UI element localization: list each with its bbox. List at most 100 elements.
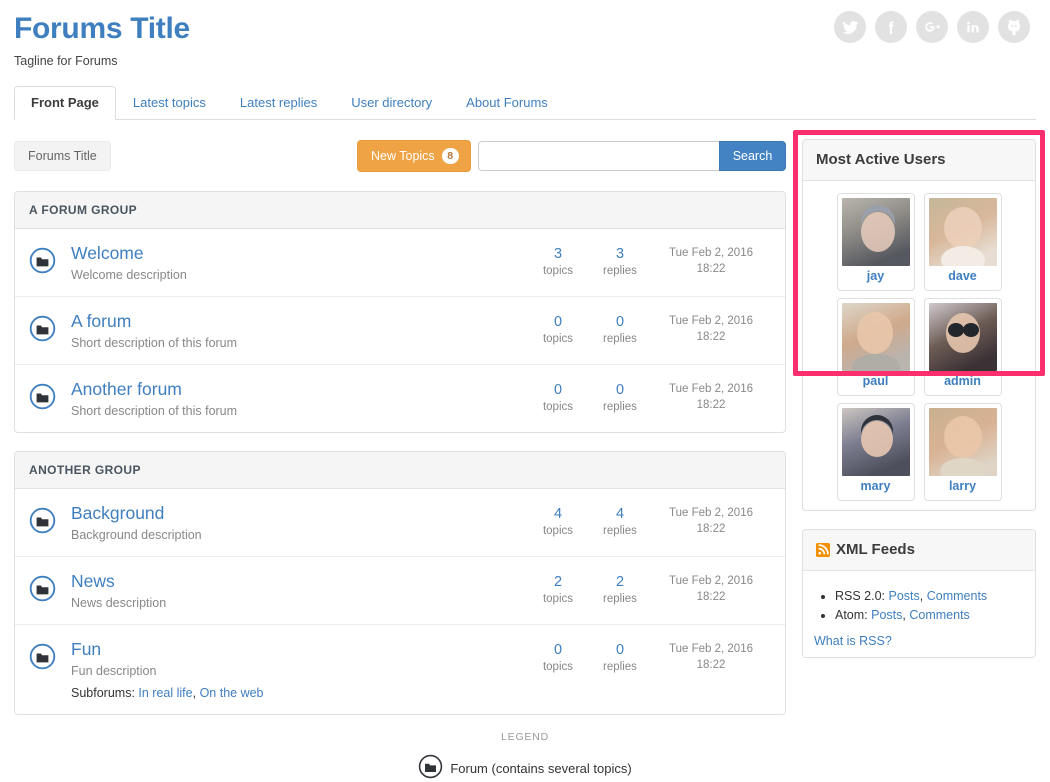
replies-count: 0 (615, 642, 625, 658)
last-post-day: Tue Feb 2, 2016 (669, 383, 753, 395)
user-card[interactable]: paul (836, 298, 915, 396)
last-post-date: Tue Feb 2, 2016 18:22 (651, 641, 771, 675)
tab-about-forums[interactable]: About Forums (449, 86, 565, 120)
user-card[interactable]: larry (923, 403, 1002, 501)
feed-label: RSS 2.0: (835, 589, 886, 603)
search-button[interactable]: Search (718, 141, 787, 171)
page-tagline: Tagline for Forums (14, 54, 118, 68)
topics-stat: 2 topics (527, 573, 589, 607)
forum-page: Forums Title Tagline for Forums Front Pa… (0, 0, 1050, 779)
legend-title: LEGEND (501, 731, 549, 743)
replies-count: 4 (615, 506, 625, 522)
most-active-users-title: Most Active Users (803, 140, 1035, 181)
subforums-label: Subforums: (71, 686, 135, 700)
users-grid: jay dave paul admin mary larry (814, 193, 1024, 501)
user-card[interactable]: mary (836, 403, 915, 501)
forum-row[interactable]: Welcome Welcome description 3 topics 3 r… (15, 229, 785, 297)
new-topics-label: New Topics (371, 149, 435, 163)
xml-feeds-title: XML Feeds (836, 541, 915, 558)
breadcrumb[interactable]: Forums Title (14, 141, 111, 171)
user-name-link[interactable]: mary (842, 476, 910, 496)
user-card[interactable]: jay (836, 193, 915, 291)
forum-title-link[interactable]: Welcome (71, 242, 144, 264)
linkedin-icon[interactable] (957, 11, 989, 43)
feed-comments-link[interactable]: Comments (927, 589, 987, 603)
forum-description: News description (71, 596, 167, 610)
feed-comments-link[interactable]: Comments (909, 608, 969, 622)
last-post-time: 18:22 (696, 591, 726, 603)
forum-row[interactable]: News News description 2 topics 2 replies (15, 557, 785, 625)
what-is-rss-link[interactable]: What is RSS? (814, 634, 1024, 648)
replies-count: 3 (615, 246, 625, 262)
feed-posts-link[interactable]: Posts (889, 589, 920, 603)
twitter-icon[interactable] (834, 11, 866, 43)
forum-toolbar: Forums Title New Topics 8 Search (14, 139, 787, 173)
avatar (928, 198, 997, 266)
user-name-link[interactable]: admin (929, 371, 997, 391)
replies-stat: 0 replies (589, 313, 651, 347)
forum-stats: 3 topics 3 replies Tue Feb 2, 2016 18:22 (527, 245, 771, 279)
forum-row[interactable]: Another forum Short description of this … (15, 365, 785, 432)
user-name-link[interactable]: paul (842, 371, 910, 391)
tab-user-directory[interactable]: User directory (334, 86, 449, 120)
feeds-list: RSS 2.0: Posts, Comments Atom: Posts, Co… (814, 587, 1024, 625)
xml-feeds-widget: XML Feeds RSS 2.0: Posts, Comments Atom:… (802, 529, 1036, 658)
forum-row[interactable]: Background Background description 4 topi… (15, 489, 785, 557)
topics-label: topics (542, 525, 574, 537)
replies-count: 0 (615, 314, 625, 330)
topics-label: topics (542, 593, 574, 605)
topics-label: topics (542, 401, 574, 413)
forum-group-panel: ANOTHER GROUP Background Background desc… (14, 451, 786, 715)
last-post-day: Tue Feb 2, 2016 (669, 507, 753, 519)
forum-icon (418, 754, 443, 782)
user-card[interactable]: admin (923, 298, 1002, 396)
tab-latest-replies[interactable]: Latest replies (223, 86, 334, 120)
rss-icon (816, 543, 830, 557)
last-post-day: Tue Feb 2, 2016 (669, 315, 753, 327)
github-icon[interactable] (998, 11, 1030, 43)
forum-title-link[interactable]: Fun (71, 638, 101, 660)
forum-stats: 4 topics 4 replies Tue Feb 2, 2016 18:22 (527, 505, 771, 539)
google-plus-icon[interactable] (916, 11, 948, 43)
topics-label: topics (542, 265, 574, 277)
replies-stat: 4 replies (589, 505, 651, 539)
forum-icon (29, 570, 71, 602)
subforum-link[interactable]: In real life (138, 686, 192, 700)
forum-title-link[interactable]: A forum (71, 310, 131, 332)
forum-title-link[interactable]: News (71, 570, 115, 592)
last-post-date: Tue Feb 2, 2016 18:22 (651, 313, 771, 347)
topics-count: 0 (553, 314, 563, 330)
last-post-date: Tue Feb 2, 2016 18:22 (651, 573, 771, 607)
main-tabs: Front Page Latest topics Latest replies … (14, 86, 1036, 120)
forum-row[interactable]: A forum Short description of this forum … (15, 297, 785, 365)
most-active-users-widget: Most Active Users jay dave paul admin ma… (802, 139, 1036, 511)
replies-label: replies (603, 265, 637, 277)
user-name-link[interactable]: dave (929, 266, 997, 286)
user-card[interactable]: dave (923, 193, 1002, 291)
tab-latest-topics[interactable]: Latest topics (116, 86, 223, 120)
tab-front-page[interactable]: Front Page (14, 86, 116, 120)
subforum-link[interactable]: On the web (200, 686, 264, 700)
replies-label: replies (603, 661, 637, 673)
forum-title-link[interactable]: Another forum (71, 378, 182, 400)
new-topics-button[interactable]: New Topics 8 (357, 140, 471, 172)
subforum-separator: , (192, 686, 197, 700)
replies-count: 0 (615, 382, 625, 398)
page-header: Forums Title Tagline for Forums (14, 0, 1036, 68)
last-post-time: 18:22 (696, 523, 726, 535)
facebook-icon[interactable] (875, 11, 907, 43)
forum-description: Short description of this forum (71, 336, 238, 350)
list-item: RSS 2.0: Posts, Comments (835, 587, 1024, 606)
topics-stat: 0 topics (527, 381, 589, 415)
topics-count: 3 (553, 246, 563, 262)
user-name-link[interactable]: jay (842, 266, 910, 286)
topics-stat: 0 topics (527, 641, 589, 675)
feed-posts-link[interactable]: Posts (871, 608, 902, 622)
forum-group-header: A FORUM GROUP (15, 192, 785, 229)
forum-stats: 0 topics 0 replies Tue Feb 2, 2016 18:22 (527, 641, 771, 675)
topics-label: topics (542, 661, 574, 673)
forum-title-link[interactable]: Background (71, 502, 164, 524)
user-name-link[interactable]: larry (929, 476, 997, 496)
search-input[interactable] (477, 141, 719, 171)
forum-row[interactable]: Fun Fun description Subforums: In real l… (15, 625, 785, 714)
